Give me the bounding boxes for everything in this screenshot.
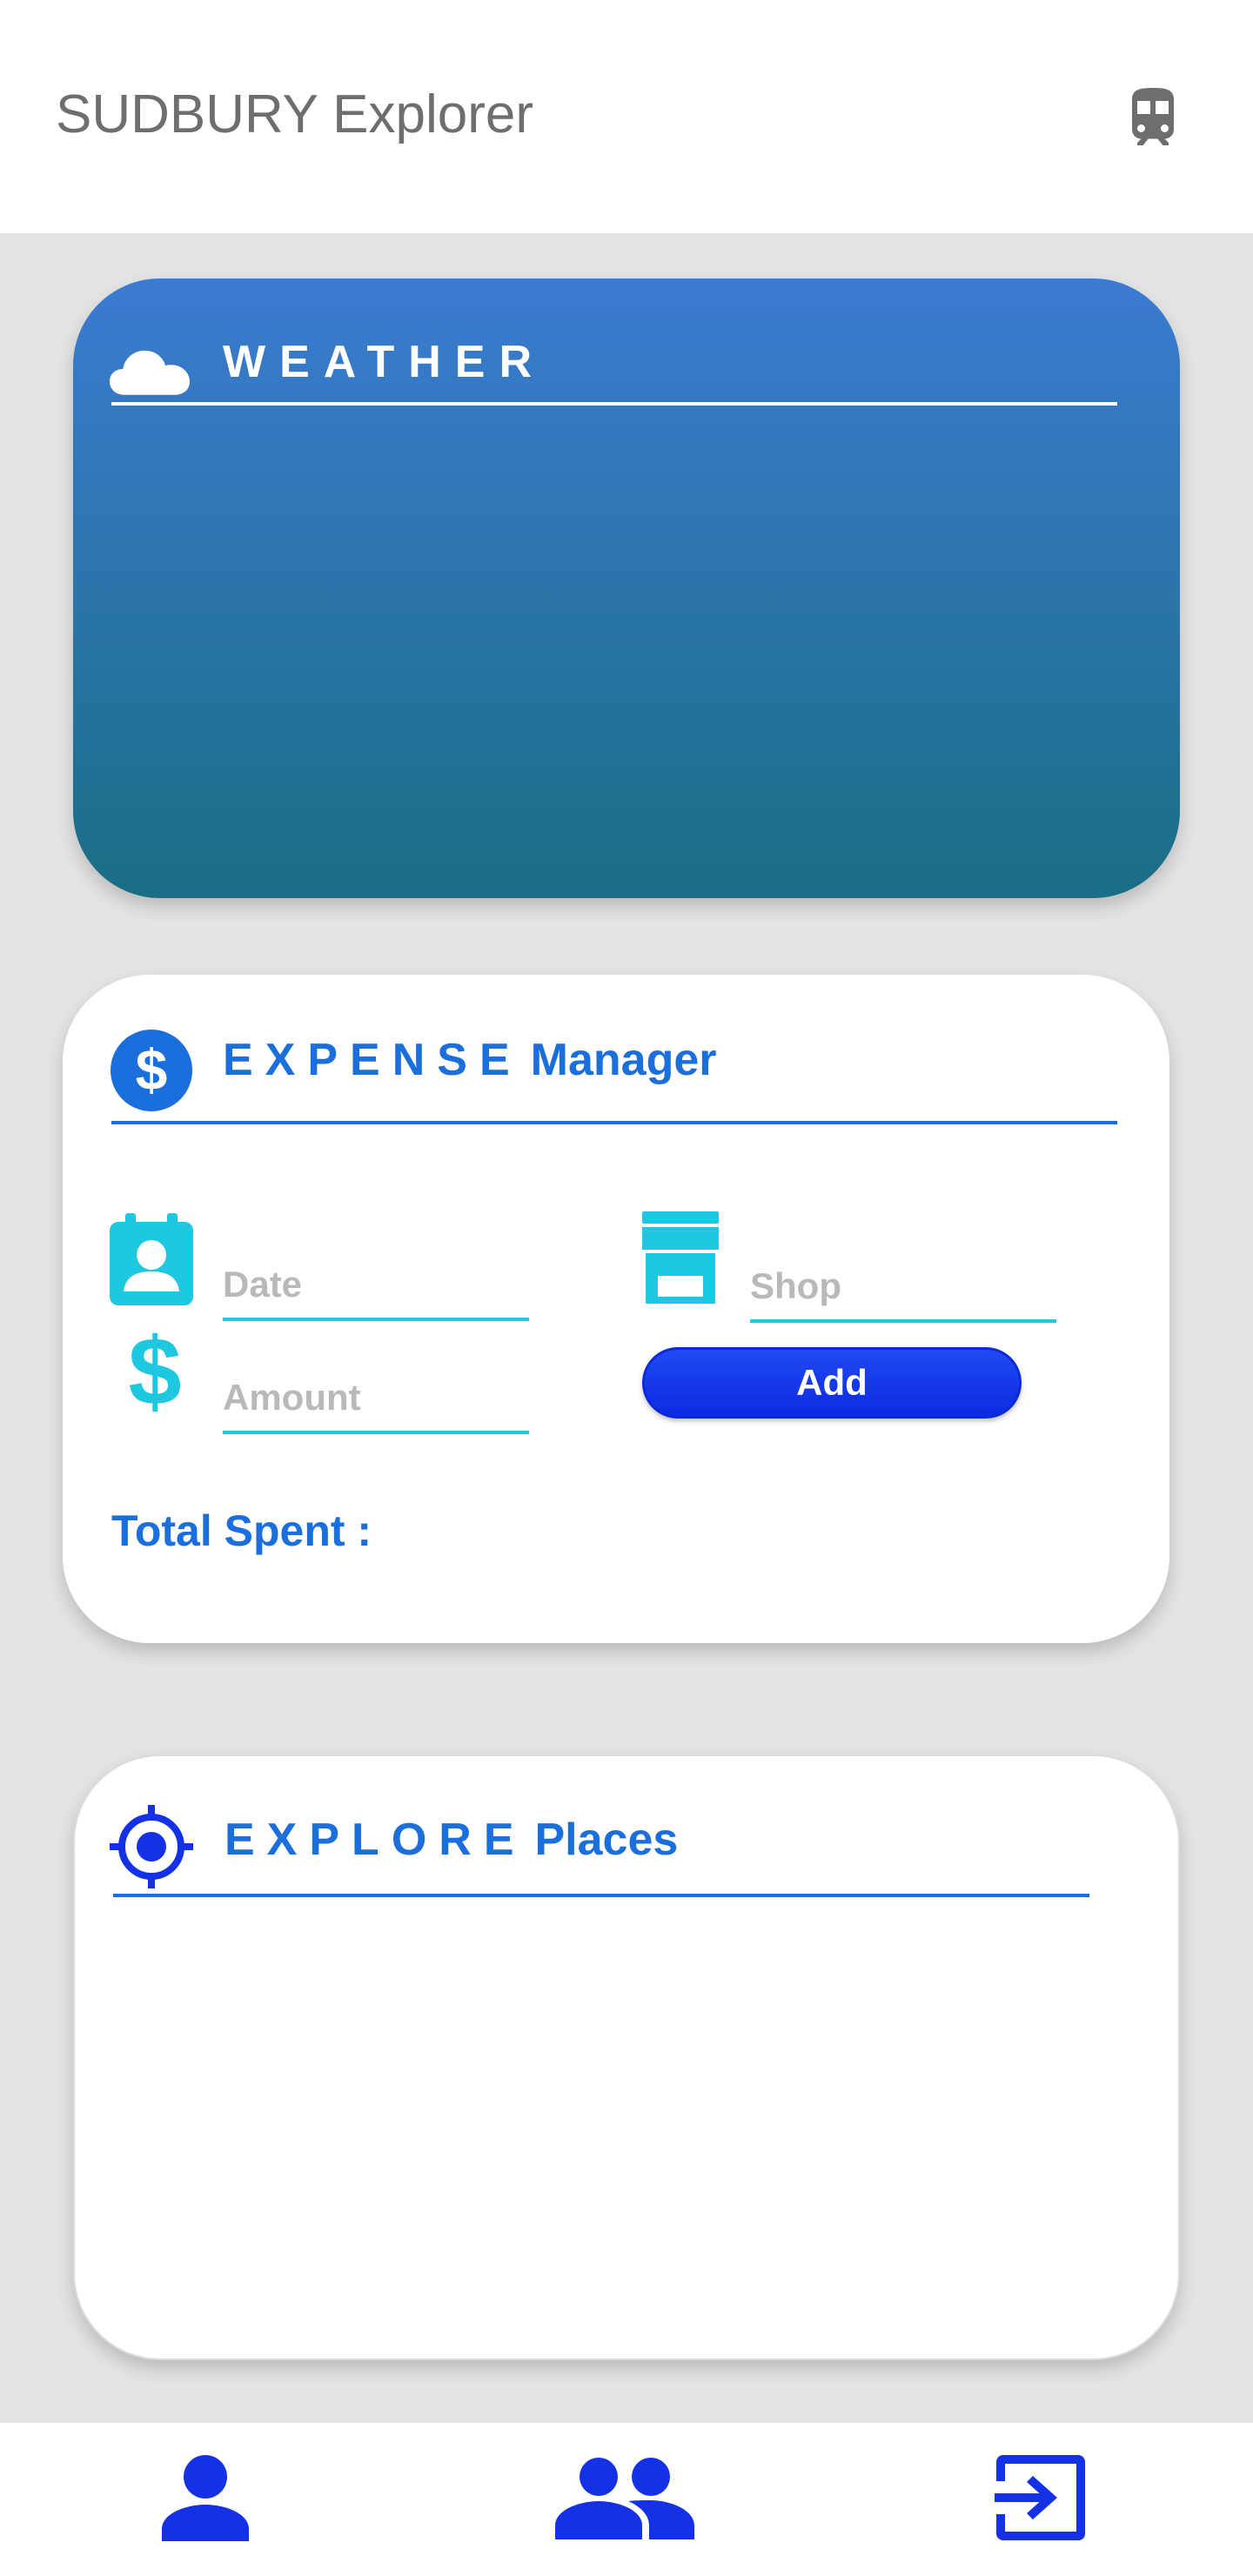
train-button[interactable]	[1114, 80, 1192, 158]
weather-card: WEATHER	[73, 278, 1180, 898]
expense-card: $ EXPENSE Manager Date Shop $ Amount Add…	[63, 975, 1169, 1643]
dollar-circle-icon: $	[111, 1030, 192, 1111]
nav-profile-button[interactable]	[127, 2445, 284, 2550]
total-spent-label: Total Spent :	[111, 1506, 372, 1555]
expense-title: EXPENSE Manager	[223, 1034, 717, 1086]
amount-input[interactable]	[223, 1365, 529, 1431]
storefront-icon	[642, 1211, 719, 1304]
explore-title-spaced: EXPLORE	[224, 1815, 526, 1865]
exit-to-app-icon	[995, 2455, 1085, 2540]
expense-header-icon: $	[110, 1029, 193, 1112]
person-icon	[162, 2455, 249, 2541]
svg-text:$: $	[128, 1323, 181, 1419]
add-button[interactable]: Add	[642, 1347, 1022, 1419]
expense-divider	[111, 1121, 1117, 1124]
date-field[interactable]	[223, 1251, 529, 1321]
amount-field[interactable]	[223, 1365, 529, 1434]
contact-calendar-icon	[110, 1213, 193, 1305]
cloud-icon	[109, 350, 191, 395]
explore-title: EXPLORE Places	[224, 1814, 678, 1866]
app-title: SUDBURY Explorer	[56, 84, 534, 144]
shop-field-icon	[637, 1210, 724, 1305]
train-icon	[1132, 88, 1174, 145]
explore-divider	[113, 1894, 1089, 1897]
svg-text:$: $	[136, 1037, 168, 1102]
shop-field[interactable]	[750, 1253, 1056, 1323]
weather-divider	[111, 402, 1117, 406]
explore-title-word: Places	[534, 1815, 679, 1865]
nav-group-button[interactable]	[546, 2445, 703, 2550]
group-icon	[555, 2458, 694, 2539]
bottom-navigation	[0, 2423, 1253, 2576]
weather-title: WEATHER	[223, 337, 546, 387]
expense-title-spaced: EXPENSE	[223, 1035, 522, 1085]
date-field-icon	[108, 1211, 195, 1307]
weather-header-icon	[108, 327, 191, 411]
explore-card: EXPLORE Places	[73, 1754, 1180, 2360]
dollar-icon: $	[128, 1323, 181, 1419]
nav-logout-button[interactable]	[962, 2445, 1119, 2550]
app-bar: SUDBURY Explorer	[0, 0, 1253, 233]
shop-input[interactable]	[750, 1253, 1056, 1319]
explore-header-icon	[110, 1805, 193, 1888]
date-input[interactable]	[223, 1251, 529, 1318]
gps-target-icon	[110, 1805, 193, 1888]
expense-title-word: Manager	[530, 1035, 717, 1085]
amount-field-icon: $	[111, 1323, 198, 1419]
